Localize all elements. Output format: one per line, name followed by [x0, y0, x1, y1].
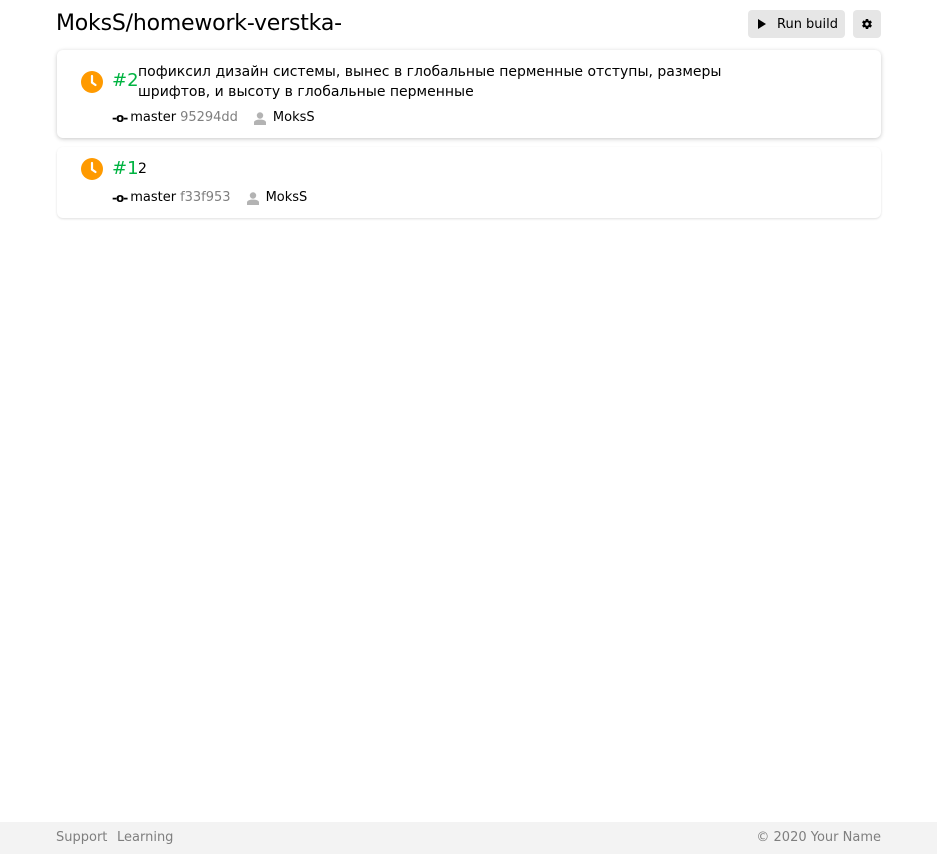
- repo-title: MoksS/homework-verstka-: [56, 11, 342, 36]
- page-footer: Support Learning © 2020 Your Name: [0, 822, 937, 854]
- user-icon: [253, 111, 266, 125]
- build-message: пофиксил дизайн системы, вынес в глобаль…: [138, 64, 722, 100]
- gear-icon: [862, 19, 872, 30]
- page-header: MoksS/homework-verstka- Run build: [56, 9, 881, 39]
- run-build-button[interactable]: Run build: [748, 10, 845, 38]
- user-icon: [246, 191, 259, 205]
- clock-icon: [81, 158, 103, 180]
- clock-icon: [81, 71, 103, 93]
- build-meta: -o- master 95294dd MoksS: [112, 110, 315, 126]
- build-card[interactable]: #1 2 -o- master f33f953 MoksS: [57, 147, 881, 218]
- footer-link-learning[interactable]: Learning: [117, 830, 173, 845]
- branch-icon: -o-: [112, 191, 128, 205]
- author-name: MoksS: [272, 110, 315, 125]
- footer-copyright: © 2020 Your Name: [756, 830, 881, 845]
- footer-link-support[interactable]: Support: [56, 830, 107, 845]
- settings-button[interactable]: [853, 10, 881, 38]
- branch-name: master: [130, 110, 177, 125]
- build-meta: -o- master f33f953 MoksS: [112, 190, 307, 206]
- play-icon: [758, 19, 766, 29]
- build-card[interactable]: #2 пофиксил дизайн системы, вынес в глоб…: [57, 50, 881, 138]
- author-name: MoksS: [265, 190, 308, 205]
- build-message: 2: [138, 161, 147, 177]
- build-number: #1: [112, 158, 139, 179]
- build-number: #2: [112, 70, 139, 91]
- branch-name: master: [130, 190, 177, 205]
- commit-hash: 95294dd: [180, 110, 238, 125]
- branch-icon: -o-: [112, 111, 128, 125]
- run-build-label: Run build: [777, 16, 839, 32]
- commit-hash: f33f953: [180, 190, 231, 205]
